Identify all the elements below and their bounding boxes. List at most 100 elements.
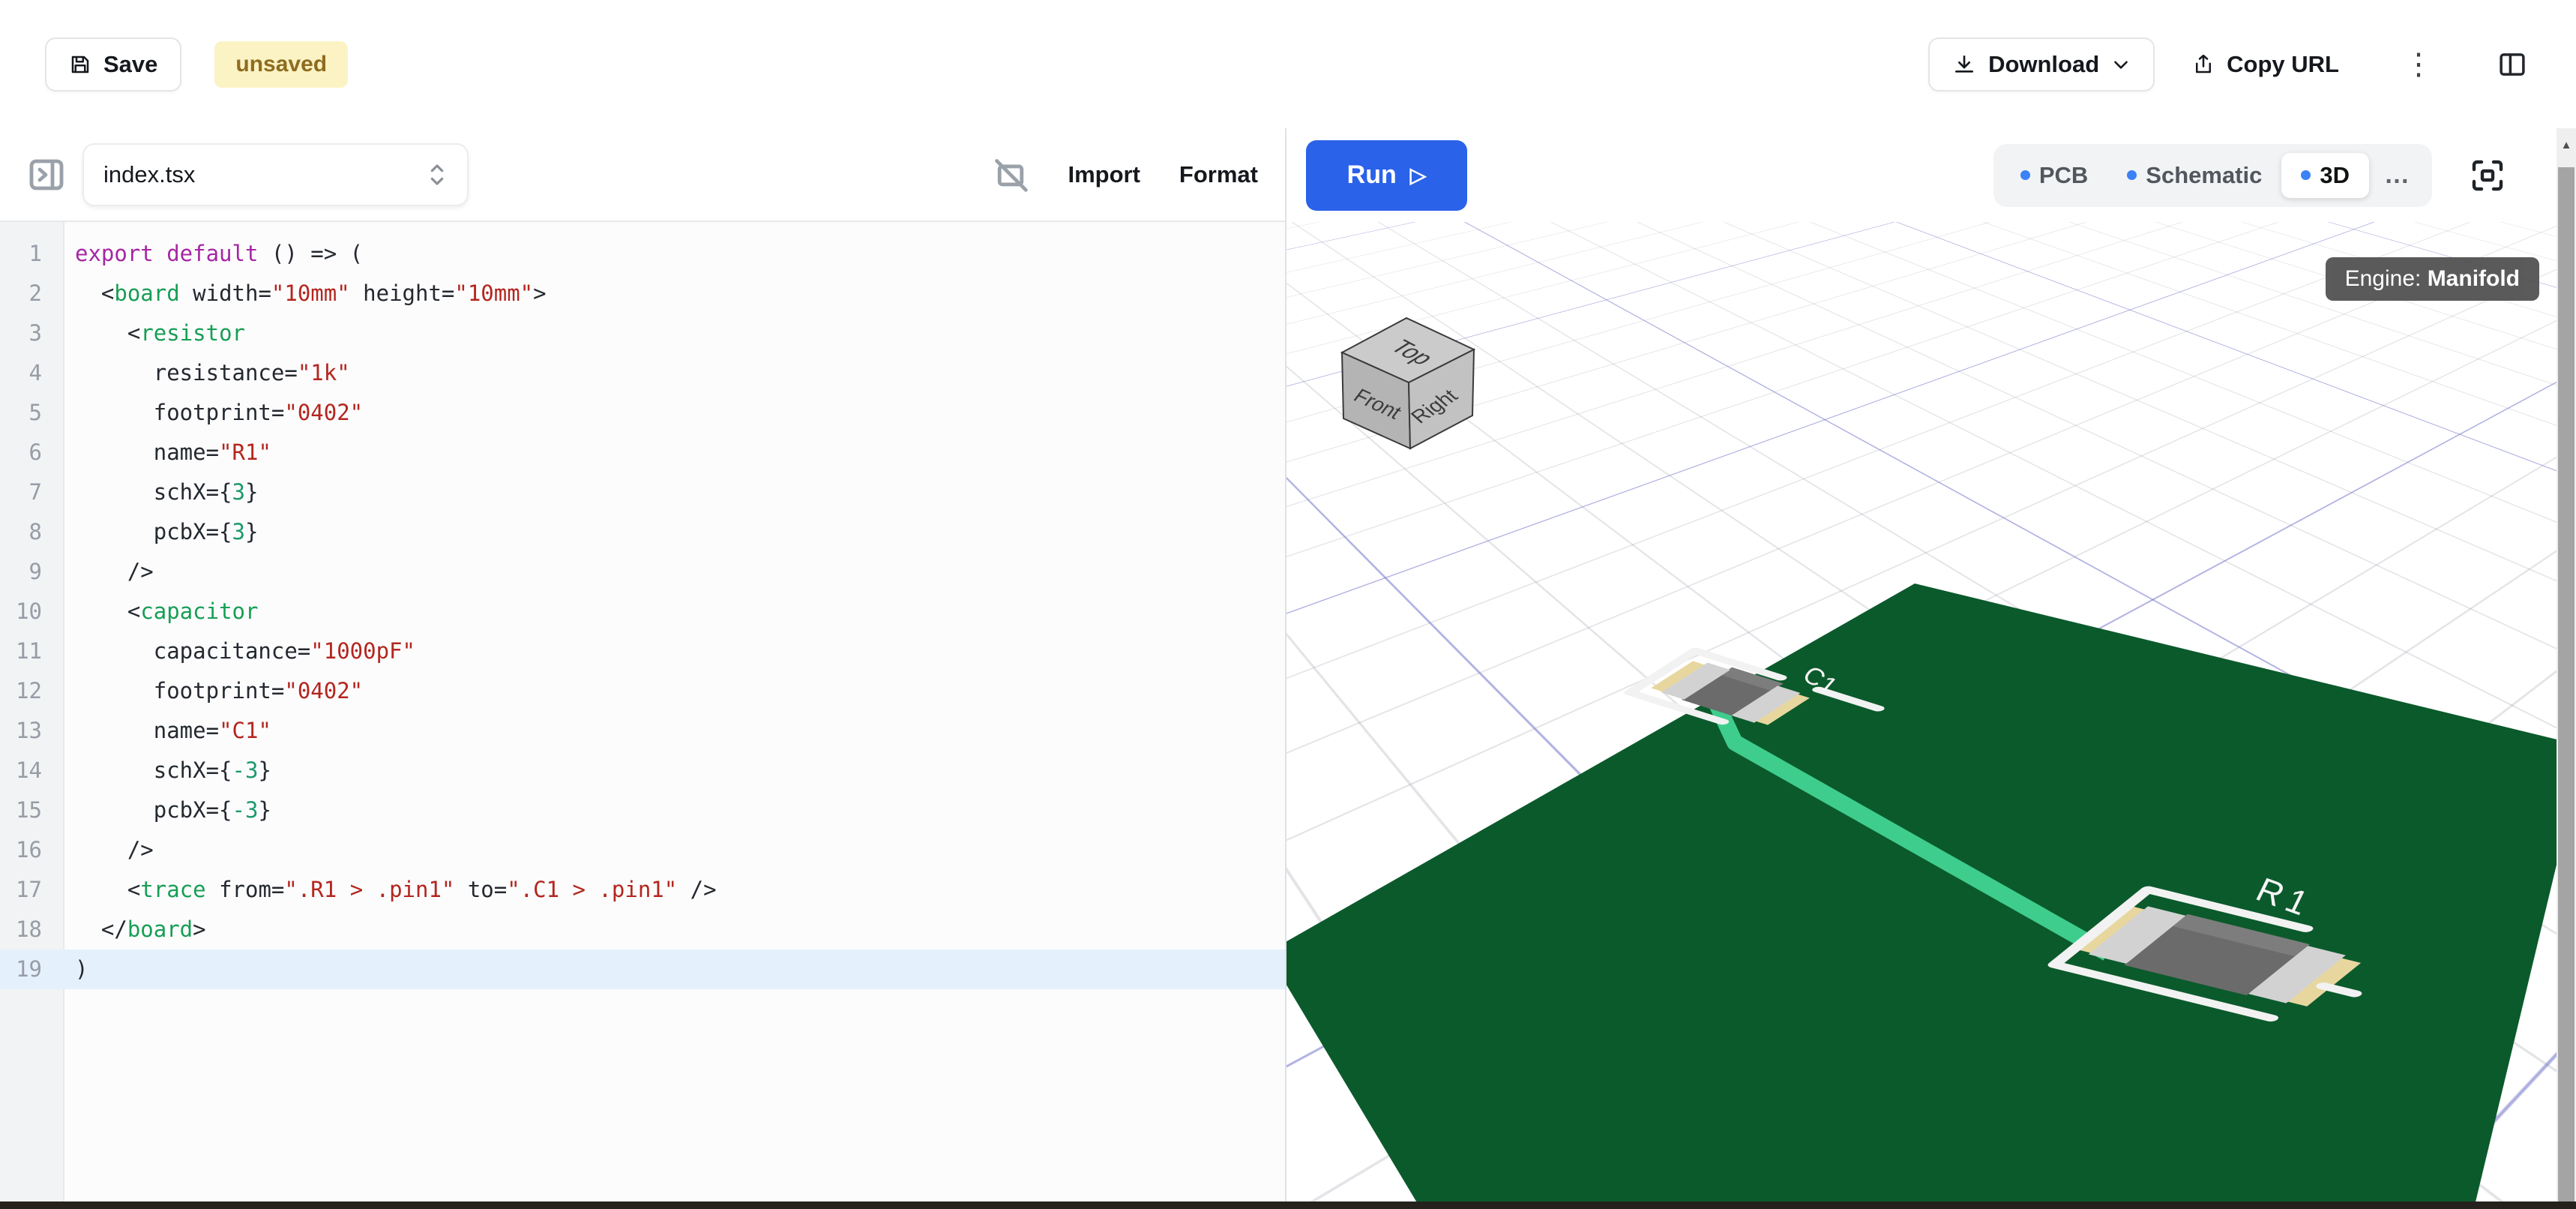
fullscreen-icon <box>2467 154 2509 196</box>
editor-panel: index.tsx Import Forma <box>0 128 1287 1209</box>
code-line[interactable]: 10 <capacitor <box>0 592 1285 632</box>
code-line[interactable]: 13 name="C1" <box>0 711 1285 751</box>
tab-dot-icon <box>2301 170 2311 180</box>
tab-pcb[interactable]: PCB <box>2001 153 2107 198</box>
code-line[interactable]: 18 </board> <box>0 910 1285 950</box>
format-on-run-disabled-button[interactable] <box>993 157 1029 193</box>
save-button[interactable]: Save <box>45 38 181 92</box>
code-line-content: name="C1" <box>63 711 271 751</box>
code-line-content: footprint="0402" <box>63 393 363 433</box>
copy-url-button[interactable]: Copy URL <box>2168 38 2363 92</box>
unsaved-status-badge: unsaved <box>214 41 348 88</box>
download-button[interactable]: Download <box>1928 38 2155 92</box>
line-number: 16 <box>0 830 63 870</box>
import-button[interactable]: Import <box>1068 161 1140 188</box>
code-line[interactable]: 6 name="R1" <box>0 433 1285 472</box>
line-number: 1 <box>0 234 63 274</box>
orientation-cube[interactable]: Top Front Right <box>1342 318 1474 448</box>
file-selector-value: index.tsx <box>103 161 195 188</box>
code-line[interactable]: 1export default () => ( <box>0 234 1285 274</box>
line-number: 12 <box>0 671 63 711</box>
tab-label: PCB <box>2039 162 2088 189</box>
kebab-menu-icon: ⋮ <box>2404 50 2434 80</box>
code-line[interactable]: 12 footprint="0402" <box>0 671 1285 711</box>
line-number: 4 <box>0 353 63 393</box>
tab-dot-icon <box>2020 170 2030 180</box>
line-number: 8 <box>0 512 63 552</box>
download-icon <box>1952 52 1976 76</box>
code-line[interactable]: 3 <resistor <box>0 314 1285 353</box>
scroll-up-arrow-icon[interactable]: ▲ <box>2557 139 2576 152</box>
code-line[interactable]: 9 /> <box>0 552 1285 592</box>
fullscreen-button[interactable] <box>2467 154 2509 196</box>
tab-dot-icon <box>2127 170 2137 180</box>
line-number: 7 <box>0 472 63 512</box>
run-button[interactable]: Run ▷ <box>1306 140 1467 211</box>
code-line[interactable]: 2 <board width="10mm" height="10mm"> <box>0 274 1285 314</box>
tab-3d[interactable]: 3D <box>2281 153 2369 198</box>
code-line-content: </board> <box>63 910 206 950</box>
line-number: 18 <box>0 910 63 950</box>
line-number: 15 <box>0 790 63 830</box>
main-split: index.tsx Import Forma <box>0 128 2576 1209</box>
file-selector[interactable]: index.tsx <box>82 143 469 206</box>
code-line[interactable]: 17 <trace from=".R1 > .pin1" to=".C1 > .… <box>0 870 1285 910</box>
play-icon: ▷ <box>1410 163 1427 188</box>
code-line[interactable]: 7 schX={3} <box>0 472 1285 512</box>
code-line[interactable]: 16 /> <box>0 830 1285 870</box>
line-number: 6 <box>0 433 63 472</box>
code-line-content: <resistor <box>63 314 245 353</box>
editor-toolbar: index.tsx Import Forma <box>0 128 1285 222</box>
layout-panel-toggle-button[interactable] <box>2479 49 2546 80</box>
tabs-overflow-button[interactable]: … <box>2369 160 2425 190</box>
code-line[interactable]: 15 pcbX={-3} <box>0 790 1285 830</box>
engine-badge: Engine: Manifold <box>2326 257 2539 301</box>
code-line[interactable]: 5 footprint="0402" <box>0 393 1285 433</box>
code-line-content: pcbX={3} <box>63 512 258 552</box>
code-line[interactable]: 11 capacitance="1000pF" <box>0 632 1285 671</box>
code-line-content: pcbX={-3} <box>63 790 271 830</box>
code-line[interactable]: 8 pcbX={3} <box>0 512 1285 552</box>
download-button-label: Download <box>1988 51 2099 78</box>
engine-badge-value: Manifold <box>2428 266 2520 291</box>
line-number: 14 <box>0 751 63 790</box>
line-number: 11 <box>0 632 63 671</box>
3d-scene: C1 R1 <box>1287 222 2576 1209</box>
unfold-chevrons-icon <box>427 160 448 190</box>
viewer-toolbar: Run ▷ PCB Schematic 3D… <box>1287 128 2576 222</box>
share-icon <box>2192 53 2215 76</box>
tab-schematic[interactable]: Schematic <box>2107 153 2281 198</box>
run-button-label: Run <box>1347 160 1397 190</box>
code-line-content: <trace from=".R1 > .pin1" to=".C1 > .pin… <box>63 870 717 910</box>
code-line-content: schX={3} <box>63 472 258 512</box>
code-editor[interactable]: 1export default () => (2 <board width="1… <box>0 222 1285 1209</box>
scrollbar-thumb[interactable] <box>2558 167 2575 1209</box>
code-line-content: /> <box>63 830 154 870</box>
line-number: 5 <box>0 393 63 433</box>
code-line[interactable]: 14 schX={-3} <box>0 751 1285 790</box>
vertical-scrollbar[interactable]: ▲ <box>2557 128 2576 1209</box>
panel-expand-icon <box>27 154 66 196</box>
collapse-sidebar-button[interactable] <box>27 154 66 196</box>
bottom-edge-strip <box>0 1202 2576 1209</box>
tab-label: Schematic <box>2146 162 2262 189</box>
pcb-board[interactable] <box>1287 584 2576 1209</box>
line-number: 13 <box>0 711 63 751</box>
line-number: 17 <box>0 870 63 910</box>
code-line-content: ) <box>63 950 88 989</box>
line-number: 19 <box>0 950 63 989</box>
more-options-button[interactable]: ⋮ <box>2386 50 2452 80</box>
code-line-content: capacitance="1000pF" <box>63 632 415 671</box>
tscircuit-editor-app: Save unsaved Download <box>0 0 2576 1209</box>
code-line[interactable]: 4 resistance="1k" <box>0 353 1285 393</box>
code-line-content: <board width="10mm" height="10mm"> <box>63 274 547 314</box>
chevron-down-icon <box>2111 55 2131 74</box>
3d-viewport[interactable]: C1 R1 <box>1287 222 2576 1209</box>
save-icon <box>69 53 91 76</box>
code-line-content: schX={-3} <box>63 751 271 790</box>
format-button[interactable]: Format <box>1179 161 1258 188</box>
code-line-content: footprint="0402" <box>63 671 363 711</box>
code-line[interactable]: 19) <box>0 950 1285 989</box>
line-number: 9 <box>0 552 63 592</box>
code-line-content: <capacitor <box>63 592 258 632</box>
